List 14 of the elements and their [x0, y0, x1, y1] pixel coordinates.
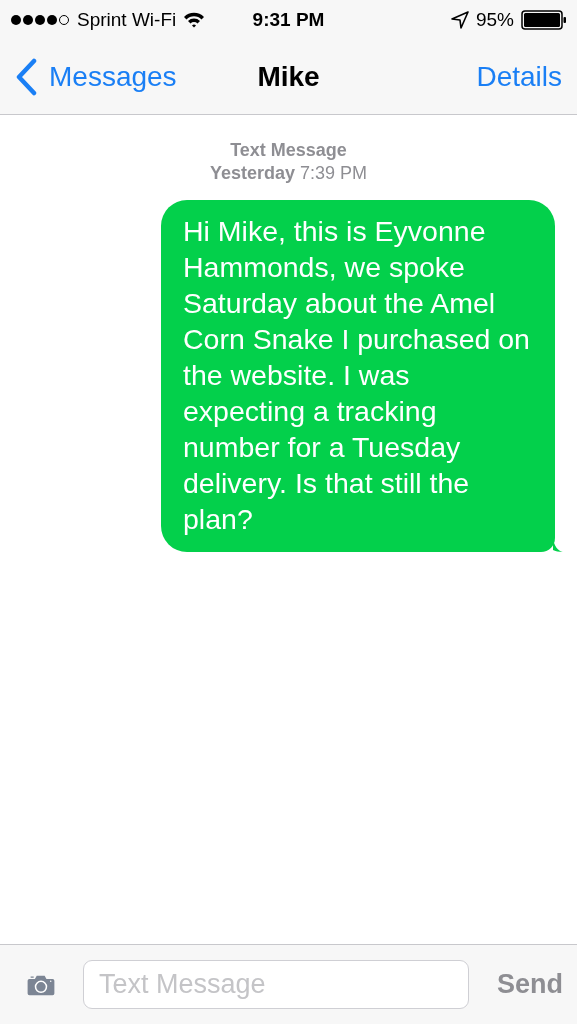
chevron-left-icon — [15, 58, 37, 96]
details-link[interactable]: Details — [319, 61, 562, 93]
wifi-icon — [183, 12, 206, 28]
message-input-field[interactable]: Text Message — [83, 960, 469, 1009]
location-arrow-icon — [450, 11, 469, 29]
battery-percentage: 95% — [475, 9, 514, 31]
signal-icon — [10, 14, 70, 26]
carrier-name: Sprint Wi-Fi — [77, 9, 177, 31]
contact-name: Mike — [257, 61, 320, 93]
message-type-label: Text Message — [229, 139, 348, 162]
battery-icon — [521, 10, 567, 30]
back-button[interactable]: Messages — [15, 58, 258, 96]
message-timestamp: Yesterday 7:39 PM — [208, 162, 369, 185]
clock-time: 9:31 PM — [252, 9, 325, 31]
